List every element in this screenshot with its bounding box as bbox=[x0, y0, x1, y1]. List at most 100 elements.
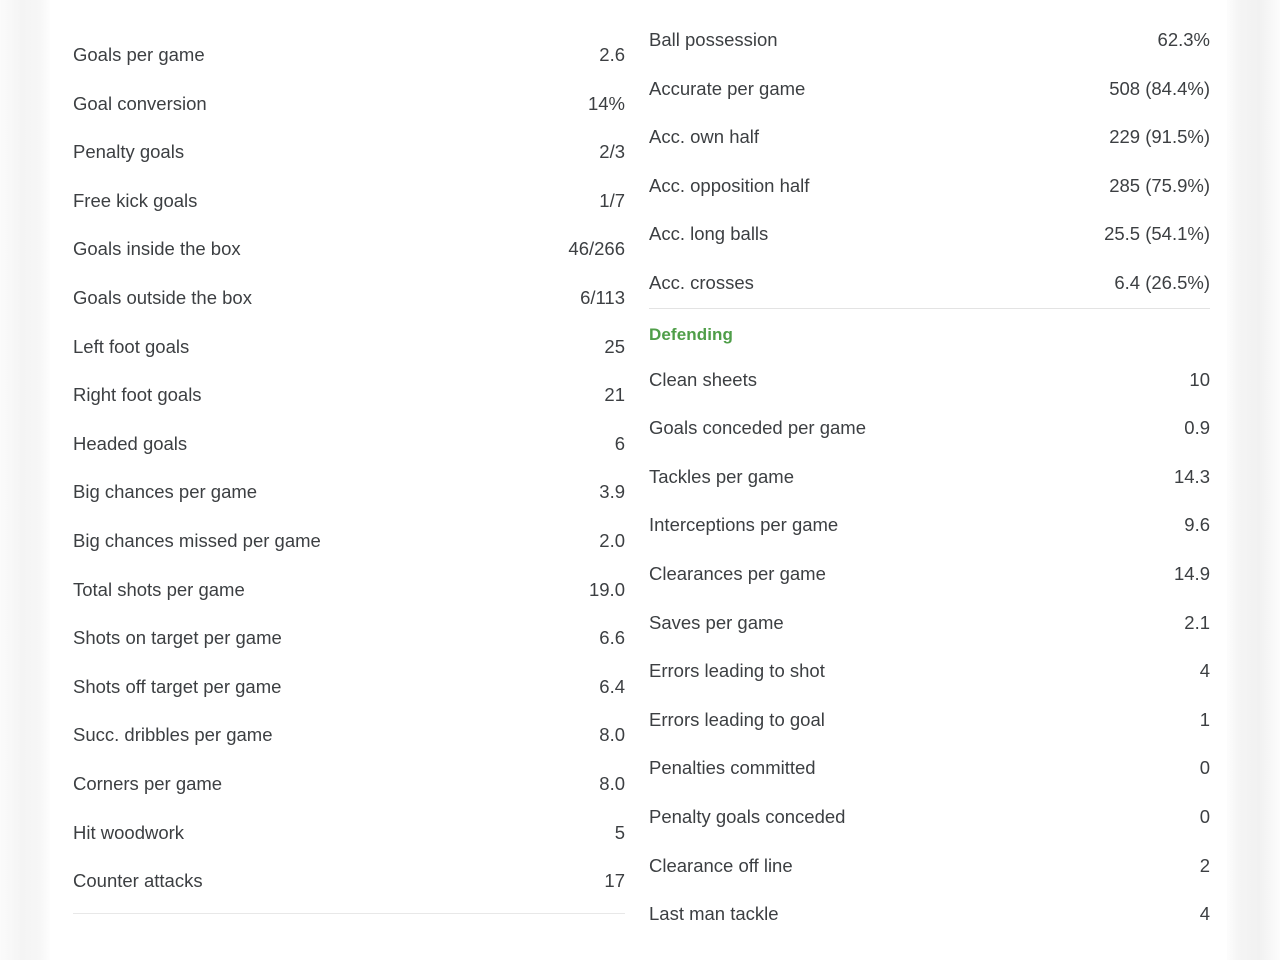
stat-row: Headed goals 6 bbox=[73, 420, 625, 469]
stat-value: 1 bbox=[1199, 708, 1210, 730]
stat-value: 2.0 bbox=[599, 529, 625, 551]
stat-row: Acc. own half 229 (91.5%) bbox=[649, 113, 1210, 162]
stat-value: 25.5 (54.1%) bbox=[1104, 223, 1210, 245]
stat-row: Last man tackle 4 bbox=[649, 890, 1210, 939]
stat-label: Big chances missed per game bbox=[73, 529, 321, 551]
stat-label: Tackles per game bbox=[649, 465, 794, 487]
stat-value: 9.6 bbox=[1184, 514, 1210, 536]
stat-label: Acc. long balls bbox=[649, 223, 769, 245]
stat-label: Interceptions per game bbox=[649, 514, 839, 536]
stat-label: Accurate per game bbox=[649, 77, 806, 99]
stat-label: Goals inside the box bbox=[73, 238, 241, 260]
stat-label: Acc. crosses bbox=[649, 271, 754, 293]
stat-label: Clean sheets bbox=[649, 368, 757, 390]
stat-row: Accurate per game 508 (84.4%) bbox=[649, 65, 1210, 114]
stat-value: 2.6 bbox=[599, 44, 625, 65]
stat-row: Penalty goals conceded 0 bbox=[649, 793, 1210, 842]
page-gutter-right bbox=[1227, 0, 1280, 960]
stat-label: Goal conversion bbox=[73, 92, 207, 114]
stat-row: Errors leading to goal 1 bbox=[649, 696, 1210, 745]
stat-label: Penalty goals conceded bbox=[649, 805, 846, 827]
stat-label: Counter attacks bbox=[73, 870, 203, 892]
stat-row: Clearance off line 2 bbox=[649, 842, 1210, 891]
defending-stats-list: Clean sheets 10 Goals conceded per game 0.9… bbox=[649, 356, 1210, 939]
stat-value: 229 (91.5%) bbox=[1109, 126, 1210, 148]
stat-value: 6.4 bbox=[599, 675, 625, 697]
stat-row: Acc. long balls 25.5 (54.1%) bbox=[649, 210, 1210, 259]
stat-row: Interceptions per game 9.6 bbox=[649, 501, 1210, 550]
statistics-card: Goals per game 2.6 Goal conversion 14% Penal… bbox=[50, 0, 1227, 960]
stat-row: Total shots per game 19.0 bbox=[73, 566, 625, 615]
stat-row: Clearances per game 14.9 bbox=[649, 550, 1210, 599]
stat-row: Big chances per game 3.9 bbox=[73, 468, 625, 517]
stat-value: 6/113 bbox=[580, 286, 625, 308]
stat-row: Goals outside the box 6/113 bbox=[73, 274, 625, 323]
stat-row: Shots on target per game 6.6 bbox=[73, 614, 625, 663]
stat-label: Shots on target per game bbox=[73, 627, 282, 649]
stat-row: Succ. dribbles per game 8.0 bbox=[73, 711, 625, 760]
stat-value: 0.9 bbox=[1184, 417, 1210, 439]
stat-row: Saves per game 2.1 bbox=[649, 599, 1210, 648]
stat-label: Goals conceded per game bbox=[649, 417, 866, 439]
stat-label: Last man tackle bbox=[649, 903, 779, 925]
stat-label: Big chances per game bbox=[73, 481, 258, 503]
stat-label: Clearances per game bbox=[649, 562, 826, 584]
stat-label: Free kick goals bbox=[73, 189, 198, 211]
stat-row: Goals conceded per game 0.9 bbox=[649, 404, 1210, 453]
stat-label: Hit woodwork bbox=[73, 821, 185, 843]
defending-section-title: Defending bbox=[649, 324, 734, 344]
stat-row: Errors leading to shot 4 bbox=[649, 647, 1210, 696]
stat-row: Shots off target per game 6.4 bbox=[73, 663, 625, 712]
stat-row: Acc. opposition half 285 (75.9%) bbox=[649, 162, 1210, 211]
stat-value: 6 bbox=[614, 432, 625, 454]
stat-label: Clearance off line bbox=[649, 854, 793, 876]
stat-label: Penalty goals bbox=[73, 141, 185, 163]
stat-label: Corners per game bbox=[73, 772, 223, 794]
stat-value: 4 bbox=[1199, 903, 1210, 925]
stat-row: Tackles per game 14.3 bbox=[649, 453, 1210, 502]
stat-value: 14.3 bbox=[1173, 465, 1210, 487]
stat-label: Ball possession bbox=[649, 29, 778, 50]
stat-value: 285 (75.9%) bbox=[1109, 174, 1210, 196]
stat-label: Acc. opposition half bbox=[649, 174, 810, 196]
passing-stats-list: Ball possession 62.3% Accurate per game 508… bbox=[649, 0, 1210, 308]
stat-row: Counter attacks 17 bbox=[73, 857, 625, 906]
stat-value: 8.0 bbox=[599, 772, 625, 794]
stat-value: 0 bbox=[1199, 805, 1210, 827]
stat-value: 1/7 bbox=[599, 189, 625, 211]
statistics-columns: Goals per game 2.6 Goal conversion 14% Penal… bbox=[50, 0, 1227, 960]
page-root: Goals per game 2.6 Goal conversion 14% Penal… bbox=[0, 0, 1280, 960]
stat-label: Succ. dribbles per game bbox=[73, 724, 273, 746]
stat-row: Ball possession 62.3% bbox=[649, 16, 1210, 65]
stat-value: 19.0 bbox=[588, 578, 625, 600]
stat-row: Hit woodwork 5 bbox=[73, 809, 625, 858]
stat-row: Clean sheets 10 bbox=[649, 356, 1210, 405]
stat-value: 5 bbox=[614, 821, 625, 843]
stat-value: 62.3% bbox=[1157, 29, 1210, 50]
page-gutter-left bbox=[0, 0, 50, 960]
stat-row: Penalties committed 0 bbox=[649, 744, 1210, 793]
stat-row: Acc. crosses 6.4 (26.5%) bbox=[649, 259, 1210, 308]
stat-row: Corners per game 8.0 bbox=[73, 760, 625, 809]
stat-value: 2/3 bbox=[599, 141, 625, 163]
stat-label: Right foot goals bbox=[73, 384, 202, 406]
stat-row: Goals inside the box 46/266 bbox=[73, 225, 625, 274]
stat-label: Goals outside the box bbox=[73, 286, 252, 308]
stat-row: Goal conversion 14% bbox=[73, 80, 625, 129]
stat-value: 14% bbox=[587, 92, 625, 114]
stat-row: Left foot goals 25 bbox=[73, 323, 625, 372]
attacking-stats-list: Goals per game 2.6 Goal conversion 14% Penal… bbox=[73, 0, 625, 906]
stat-value: 3.9 bbox=[599, 481, 625, 503]
stat-value: 8.0 bbox=[599, 724, 625, 746]
stat-row: Right foot goals 21 bbox=[73, 371, 625, 420]
stat-label: Total shots per game bbox=[73, 578, 245, 600]
stat-value: 17 bbox=[604, 870, 625, 892]
stat-value: 2.1 bbox=[1184, 611, 1210, 633]
stat-label: Shots off target per game bbox=[73, 675, 282, 697]
stat-label: Acc. own half bbox=[649, 126, 760, 148]
stat-value: 0 bbox=[1199, 757, 1210, 779]
stat-value: 14.9 bbox=[1173, 562, 1210, 584]
stat-label: Goals per game bbox=[73, 44, 205, 65]
stat-value: 4 bbox=[1199, 660, 1210, 682]
stat-label: Left foot goals bbox=[73, 335, 190, 357]
